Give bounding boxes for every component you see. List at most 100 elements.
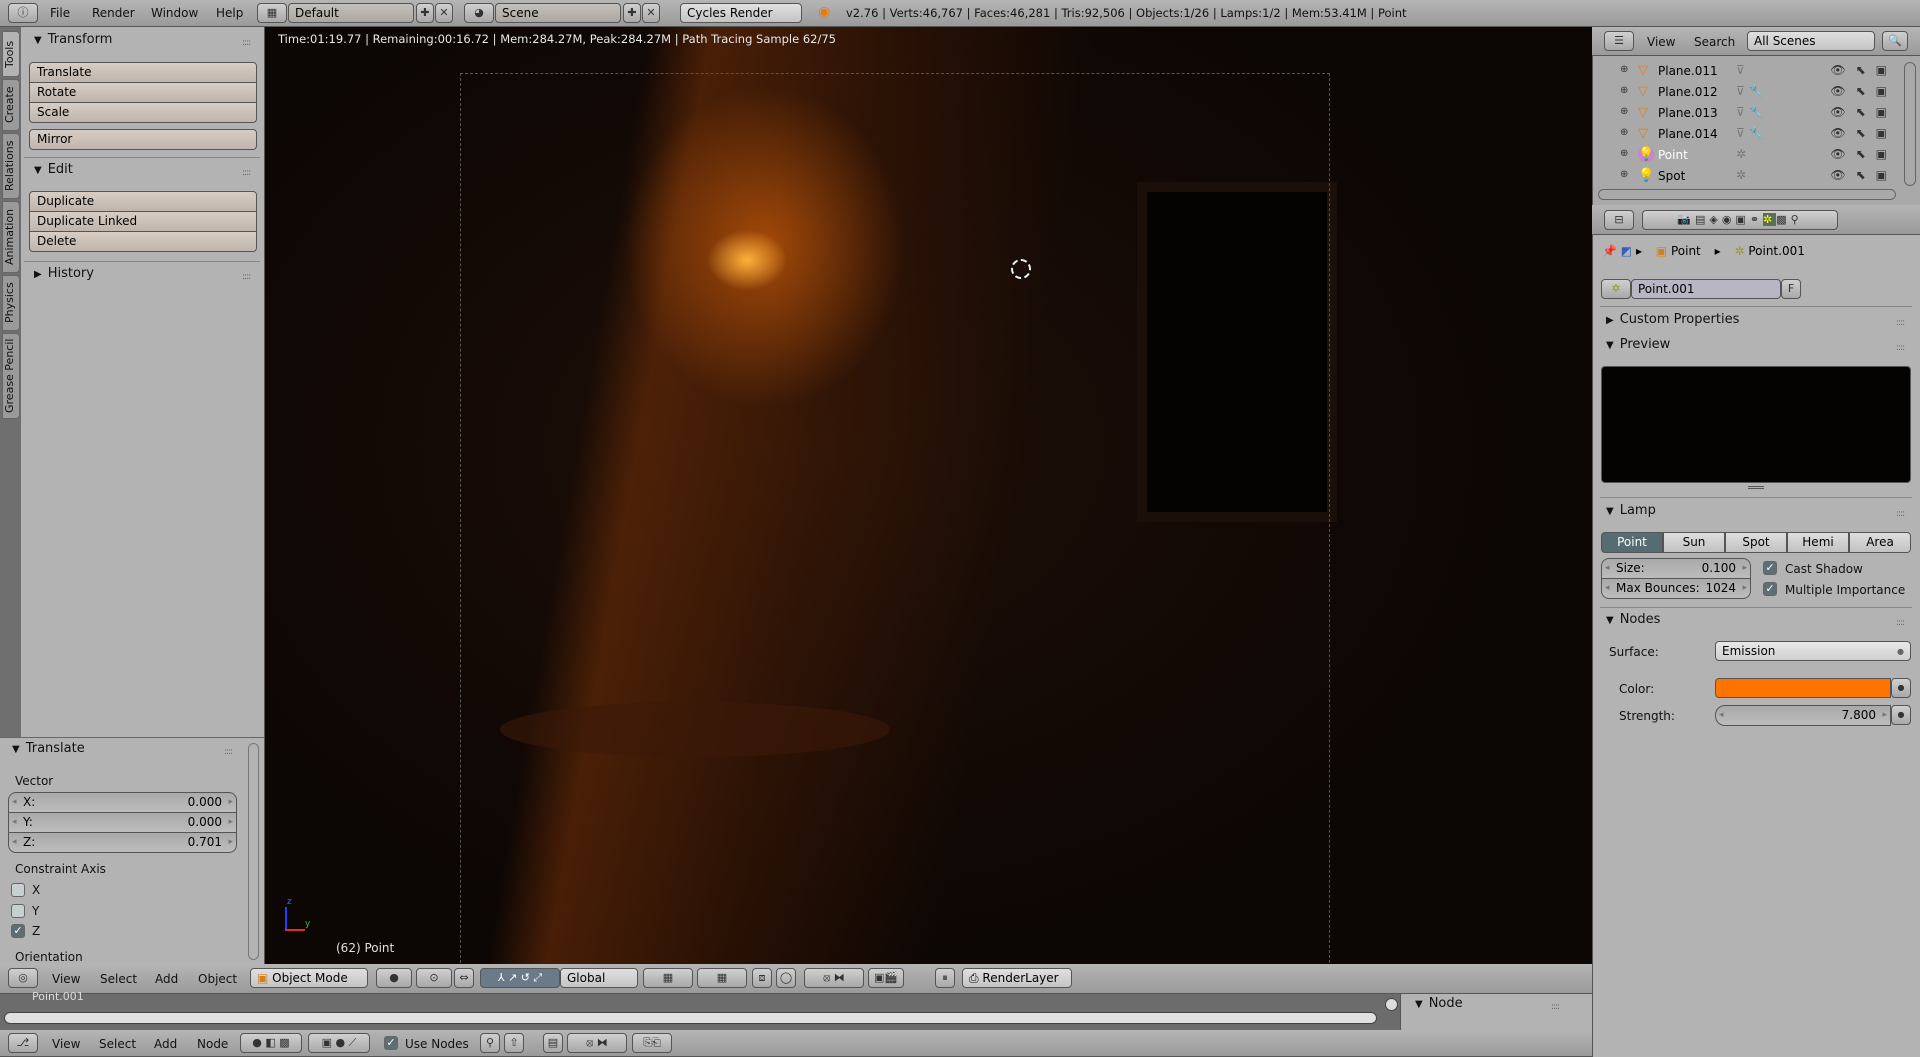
vector-x-field[interactable]: X: 0.000 xyxy=(8,792,237,813)
outliner-row[interactable]: ⊕ ▽ Plane.012 ⊽ 🔧 👁⬉▣ xyxy=(1600,82,1905,103)
expand-icon[interactable]: ⊕ xyxy=(1620,106,1628,117)
info-editor-icon[interactable]: ⓘ xyxy=(8,3,38,23)
menu-add[interactable]: Add xyxy=(155,972,178,986)
drag-grip-icon[interactable]: :::: xyxy=(1551,1002,1560,1012)
layers-2-icon[interactable]: ▦ xyxy=(697,968,747,988)
expand-icon[interactable]: ⊕ xyxy=(1620,148,1628,159)
render-engine-select[interactable]: Cycles Render xyxy=(680,3,802,23)
outliner-row[interactable]: ⊕ 💡 Point ✲ 👁⬉▣ xyxy=(1600,145,1905,166)
outliner-row[interactable]: ⊕ 💡 Spot ✲ 👁⬉▣ xyxy=(1600,166,1905,187)
menu-view[interactable]: View xyxy=(52,972,80,986)
outliner-row[interactable]: ⊕ ▽ Plane.013 ⊽ 🔧 👁⬉▣ xyxy=(1600,103,1905,124)
render-layer-select[interactable]: ⎙ RenderLayer xyxy=(962,968,1072,988)
outliner-item-name[interactable]: Plane.012 xyxy=(1658,85,1718,99)
edit-panel-header[interactable]: ▼ Edit xyxy=(34,162,73,177)
duplicate-button[interactable]: Duplicate xyxy=(29,191,257,212)
visibility-toggles[interactable]: 👁⬉▣ xyxy=(1830,168,1897,182)
tab-animation[interactable]: Animation xyxy=(2,201,20,273)
transform-manipulators-icon[interactable]: ⅄ ↗ ↺ ⤢ xyxy=(480,968,560,988)
proportional-edit-icon[interactable]: ◯ xyxy=(776,968,796,988)
backdrop-icon[interactable]: ▤ xyxy=(543,1033,563,1053)
tab-grease-pencil[interactable]: Grease Pencil xyxy=(2,333,20,419)
scale-button[interactable]: Scale xyxy=(29,102,257,123)
shader-type-icon[interactable]: ▣ ● ⟋ xyxy=(308,1033,370,1053)
display-mode-select[interactable]: All Scenes xyxy=(1747,31,1875,51)
outliner-item-name[interactable]: Plane.014 xyxy=(1658,127,1718,141)
visibility-toggles[interactable]: 👁⬉▣ xyxy=(1830,63,1897,77)
translate-button[interactable]: Translate xyxy=(29,62,257,83)
menu-node[interactable]: Node xyxy=(197,1037,228,1051)
menu-search[interactable]: Search xyxy=(1694,35,1735,49)
outliner-editor-icon[interactable]: ☰ xyxy=(1604,31,1634,51)
lamp-type-spot[interactable]: Spot xyxy=(1725,532,1787,553)
expand-icon[interactable]: ⊕ xyxy=(1620,64,1628,75)
outliner-row[interactable]: ⊕ ▽ Plane.011 ⊽ 👁⬉▣ xyxy=(1600,61,1905,82)
add-scene-icon[interactable]: ✚ xyxy=(623,3,641,23)
nodes-panel-header[interactable]: ▼ Nodes xyxy=(1606,612,1660,627)
pivot-point-icon[interactable]: ⊙ xyxy=(416,968,452,988)
visibility-toggles[interactable]: 👁⬉▣ xyxy=(1830,126,1897,140)
drag-grip-icon[interactable]: :::: xyxy=(224,747,233,757)
rotate-button[interactable]: Rotate xyxy=(29,82,257,103)
constraint-z-checkbox[interactable]: ✓ xyxy=(11,924,25,938)
preview-header[interactable]: ▼ Preview xyxy=(1606,337,1670,352)
strength-field[interactable]: 7.800 xyxy=(1715,705,1891,726)
scene-select[interactable]: Scene xyxy=(495,3,621,23)
cast-shadow-checkbox[interactable]: ✓ xyxy=(1763,561,1777,575)
duplicate-linked-button[interactable]: Duplicate Linked xyxy=(29,211,257,232)
snap-icon[interactable]: ⦻ ⧓ xyxy=(567,1033,627,1053)
drag-grip-icon[interactable]: :::: xyxy=(1896,618,1905,628)
color-socket-icon[interactable]: ● xyxy=(1891,678,1911,698)
add-layout-icon[interactable]: ✚ xyxy=(416,3,434,23)
menu-select[interactable]: Select xyxy=(99,1037,136,1051)
layout-icon[interactable]: ▦ xyxy=(257,3,287,23)
context-tabs[interactable]: 📷▤◈◉▣⚭✲▩⚲ xyxy=(1642,210,1838,230)
editor-type-icon[interactable]: ◎ xyxy=(8,968,38,988)
outliner-row[interactable]: ⊕ ▽ Plane.014 ⊽ 🔧 👁⬉▣ xyxy=(1600,124,1905,145)
mode-select[interactable]: ▣ Object Mode xyxy=(250,968,368,988)
drag-grip-icon[interactable]: :::: xyxy=(242,38,251,48)
drag-grip-icon[interactable]: :::: xyxy=(1896,509,1905,519)
vector-y-field[interactable]: Y: 0.000 xyxy=(8,812,237,833)
lamp-type-hemi[interactable]: Hemi xyxy=(1787,532,1849,553)
history-panel-header[interactable]: ▶ History xyxy=(34,266,94,281)
vertical-scrollbar[interactable] xyxy=(1385,998,1398,1011)
layout-select[interactable]: Default xyxy=(288,3,414,23)
properties-editor-icon[interactable]: ⊟ xyxy=(1604,210,1634,230)
menu-render[interactable]: Render xyxy=(92,6,135,20)
visibility-toggles[interactable]: 👁⬉▣ xyxy=(1830,84,1897,98)
preview-resize-handle[interactable] xyxy=(1748,486,1764,489)
outliner-horizontal-scrollbar[interactable] xyxy=(1598,189,1896,200)
outliner-item-name[interactable]: Plane.011 xyxy=(1658,64,1718,78)
transform-orientation-select[interactable]: Global xyxy=(560,968,638,988)
strength-socket-icon[interactable]: ● xyxy=(1891,705,1911,725)
visibility-toggles[interactable]: 👁⬉▣ xyxy=(1830,147,1897,161)
menu-object[interactable]: Object xyxy=(198,972,237,986)
expand-icon[interactable]: ⊕ xyxy=(1620,127,1628,138)
go-parent-icon[interactable]: ⇧ xyxy=(504,1033,524,1053)
search-icon[interactable]: 🔍 xyxy=(1882,31,1908,51)
copy-paste-icon[interactable]: ⎘⎗ xyxy=(632,1033,672,1053)
max-bounces-field[interactable]: Max Bounces: 1024 xyxy=(1601,578,1751,599)
expand-icon[interactable]: ⊕ xyxy=(1620,85,1628,96)
lamp-panel-header[interactable]: ▼ Lamp xyxy=(1606,503,1656,518)
pin-icon[interactable]: 📌 xyxy=(1602,244,1617,258)
node-editor[interactable]: Point.001 xyxy=(0,990,1400,1030)
shader-tree-type-icon[interactable]: ● ◧ ▩ xyxy=(240,1033,302,1053)
expand-icon[interactable]: ⊕ xyxy=(1620,169,1628,180)
3d-viewport[interactable]: Time:01:19.77 | Remaining:00:16.72 | Mem… xyxy=(265,27,1592,964)
tab-create[interactable]: Create xyxy=(2,79,20,131)
outliner-vertical-scrollbar[interactable] xyxy=(1904,62,1916,186)
multiple-importance-checkbox[interactable]: ✓ xyxy=(1763,582,1777,596)
translate-operator-header[interactable]: ▼ Translate xyxy=(12,741,85,756)
3d-cursor-icon[interactable] xyxy=(1011,259,1031,279)
tab-physics[interactable]: Physics xyxy=(2,275,20,331)
drag-grip-icon[interactable]: :::: xyxy=(1896,343,1905,353)
visibility-toggles[interactable]: 👁⬉▣ xyxy=(1830,105,1897,119)
outliner-item-name[interactable]: Spot xyxy=(1658,169,1685,183)
use-nodes-checkbox[interactable]: ✓ xyxy=(384,1036,398,1050)
custom-properties-header[interactable]: ▶ Custom Properties xyxy=(1606,312,1739,327)
menu-view[interactable]: View xyxy=(1647,35,1675,49)
mirror-button[interactable]: Mirror xyxy=(29,129,257,150)
manipulator-toggle-icon[interactable]: ⇔ xyxy=(454,968,474,988)
